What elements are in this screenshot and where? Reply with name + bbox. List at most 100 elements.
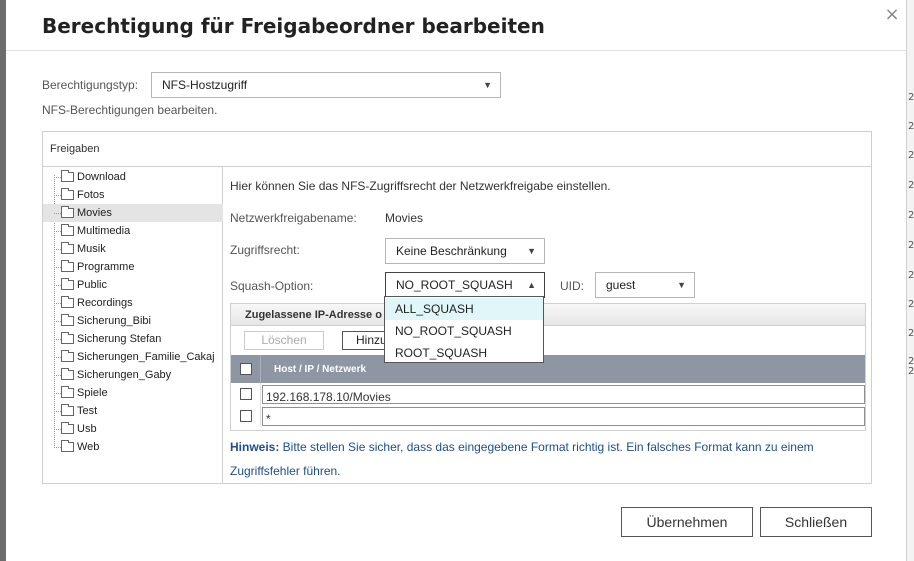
tree-item-label: Sicherung_Bibi: [77, 315, 151, 327]
tree-branch-line: [54, 411, 61, 412]
background-mark: 2: [908, 299, 914, 310]
tree-item-label: Usb: [77, 423, 97, 435]
tree-item-download[interactable]: Download: [43, 168, 223, 186]
tree-item-label: Spiele: [77, 387, 108, 399]
tree-branch-line: [54, 249, 61, 250]
ip-grid-column-header: Host / IP / Netzwerk: [231, 355, 865, 383]
tree-item-public[interactable]: Public: [43, 276, 223, 294]
tree-item-multimedia[interactable]: Multimedia: [43, 222, 223, 240]
folder-icon: [61, 332, 74, 344]
permission-type-label: Berechtigungstyp:: [42, 78, 139, 92]
host-entry-field[interactable]: *: [262, 407, 865, 426]
tree-item-sicherung-bibi[interactable]: Sicherung_Bibi: [43, 312, 223, 330]
folder-icon: [61, 170, 74, 182]
row-checkbox[interactable]: [240, 410, 252, 422]
share-folder-tree: Download Fotos Movies Multimedia Musik Progra…: [43, 167, 223, 483]
chevron-up-icon: ▲: [527, 280, 536, 290]
folder-icon: [61, 368, 74, 380]
dropdown-caret-icon: ▼: [677, 280, 686, 290]
squash-option-no-root-squash[interactable]: NO_ROOT_SQUASH: [385, 320, 543, 342]
tree-item-label: Multimedia: [77, 225, 131, 237]
background-mark: 2: [908, 150, 914, 161]
tree-item-label: Public: [77, 279, 107, 291]
close-button[interactable]: Schließen: [760, 507, 872, 537]
tree-item-programme[interactable]: Programme: [43, 258, 223, 276]
tree-branch-line: [54, 195, 61, 196]
folder-icon: [61, 296, 74, 308]
tree-item-movies[interactable]: Movies: [43, 204, 223, 222]
folder-icon: [61, 386, 74, 398]
tree-item-usb[interactable]: Usb: [43, 420, 223, 438]
uid-select[interactable]: guest ▼: [595, 272, 695, 298]
tree-item-web[interactable]: Web: [43, 438, 223, 456]
background-mark: 2: [908, 328, 914, 339]
squash-option-value: NO_ROOT_SQUASH: [396, 278, 513, 292]
squash-option-all-squash[interactable]: ALL_SQUASH: [385, 298, 543, 320]
apply-button[interactable]: Übernehmen: [621, 507, 753, 537]
permission-type-select[interactable]: NFS-Hostzugriff ▼: [151, 72, 501, 98]
access-right-label: Zugriffsrecht:: [230, 243, 300, 257]
tree-item-sicherungen-familie-cakaj[interactable]: Sicherungen_Familie_Cakaj: [43, 348, 223, 366]
background-mark: 2: [908, 121, 914, 132]
background-mark: 2: [908, 210, 914, 221]
tree-item-label: Web: [77, 441, 100, 453]
tree-branch-line: [54, 339, 61, 340]
allowed-ip-grid-title: Zugelassene IP-Adresse o: [231, 304, 865, 326]
tree-item-sicherungen-gaby[interactable]: Sicherungen_Gaby: [43, 366, 223, 384]
tree-item-musik[interactable]: Musik: [43, 240, 223, 258]
format-hint: Hinweis: Bitte stellen Sie sicher, dass …: [230, 435, 850, 483]
background-mark: 2: [908, 240, 914, 251]
background-window-edge: 22222222222: [906, 0, 914, 561]
access-right-select[interactable]: Keine Beschränkung ▼: [385, 238, 545, 264]
squash-option-select[interactable]: NO_ROOT_SQUASH ▲: [385, 272, 545, 298]
background-mark: 2: [908, 92, 914, 103]
folder-icon: [61, 278, 74, 290]
tree-item-label: Fotos: [77, 189, 105, 201]
tree-branch-line: [54, 303, 61, 304]
share-name-value: Movies: [385, 211, 424, 225]
tree-branch-line: [54, 447, 61, 448]
select-all-checkbox[interactable]: [240, 363, 252, 375]
tree-item-recordings[interactable]: Recordings: [43, 294, 223, 312]
background-mark: 2: [908, 270, 914, 281]
tree-item-label: Movies: [77, 207, 112, 219]
tree-branch-line: [54, 357, 61, 358]
dialog-subtitle: NFS-Berechtigungen bearbeiten.: [42, 103, 218, 117]
folder-icon: [61, 242, 74, 254]
tree-item-fotos[interactable]: Fotos: [43, 186, 223, 204]
dialog-title: Berechtigung für Freigabeordner bearbeit…: [42, 14, 545, 38]
tree-item-label: Sicherungen_Gaby: [77, 369, 172, 381]
folder-icon: [61, 224, 74, 236]
folder-icon: [61, 440, 74, 452]
tree-branch-line: [54, 213, 61, 214]
folder-icon: [61, 350, 74, 362]
tree-branch-line: [54, 177, 61, 178]
tree-item-label: Programme: [77, 261, 135, 273]
share-name-label: Netzwerkfreigabename:: [230, 211, 357, 225]
tree-branch-line: [54, 285, 61, 286]
tree-item-label: Test: [77, 405, 98, 417]
tree-item-sicherung-stefan[interactable]: Sicherung Stefan: [43, 330, 223, 348]
column-divider: [260, 355, 261, 383]
hint-text: Bitte stellen Sie sicher, dass das einge…: [230, 440, 814, 478]
edit-share-permission-dialog: Berechtigung für Freigabeordner bearbeit…: [6, 0, 906, 561]
tree-item-test[interactable]: Test: [43, 402, 223, 420]
host-entry-field[interactable]: 192.168.178.10/Movies: [262, 385, 865, 404]
tree-item-label: Recordings: [77, 297, 133, 309]
folder-icon: [61, 188, 74, 200]
folder-icon: [61, 404, 74, 416]
tree-branch-line: [54, 375, 61, 376]
dropdown-caret-icon: ▼: [527, 246, 536, 256]
squash-option-dropdown: ALL_SQUASH NO_ROOT_SQUASH ROOT_SQUASH: [384, 296, 544, 363]
access-right-value: Keine Beschränkung: [396, 244, 507, 258]
squash-option-root-squash[interactable]: ROOT_SQUASH: [385, 342, 543, 364]
close-icon[interactable]: ×: [884, 6, 900, 24]
row-checkbox[interactable]: [240, 388, 252, 400]
background-mark: 2: [908, 180, 914, 191]
tree-branch-line: [54, 231, 61, 232]
uid-label: UID:: [560, 279, 584, 293]
delete-button[interactable]: Löschen: [244, 331, 324, 350]
tree-item-spiele[interactable]: Spiele: [43, 384, 223, 402]
tree-item-label: Sicherungen_Familie_Cakaj: [77, 351, 215, 363]
folder-icon: [61, 206, 74, 218]
